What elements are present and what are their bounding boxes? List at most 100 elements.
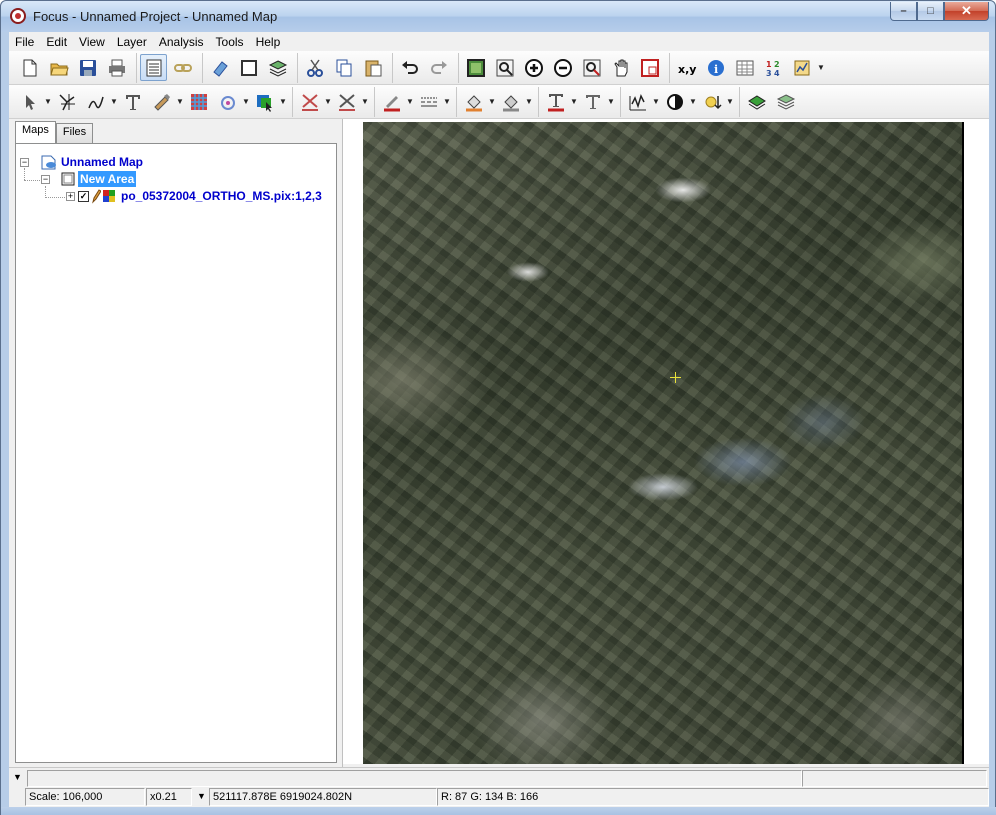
curve-dropdown-icon[interactable]: ▼ [110,88,118,115]
link-button[interactable] [169,54,196,81]
text-format-dropdown-icon[interactable]: ▼ [607,88,615,115]
satellite-orthoimage[interactable] [363,122,962,764]
info-button[interactable]: i [702,54,729,81]
area-collapse-toggle[interactable]: − [41,174,50,184]
map-document-icon [41,155,56,170]
line-color-icon [383,95,400,111]
menu-file[interactable]: File [9,35,40,49]
color-box-button[interactable] [251,88,278,115]
overview-button[interactable] [636,54,663,81]
select-button[interactable] [16,88,43,115]
menu-help[interactable]: Help [250,35,287,49]
line-pattern-dropdown-icon[interactable]: ▼ [361,88,369,115]
minimize-button[interactable]: – [890,2,917,21]
fill-color-button[interactable] [460,88,487,115]
dash-dropdown-icon[interactable]: ▼ [443,88,451,115]
menu-tools[interactable]: Tools [210,35,250,49]
map-view[interactable] [342,119,989,767]
paste-button[interactable] [359,54,386,81]
coordinate-dropdown-icon[interactable]: ▼ [197,791,206,801]
table-button[interactable] [731,54,758,81]
zoom-readout[interactable]: x0.21 [146,788,192,806]
paint-dropdown-icon[interactable]: ▼ [176,88,184,115]
scale-readout[interactable]: Scale: 106,000 [25,788,145,806]
fill-dropdown-icon[interactable]: ▼ [242,88,250,115]
zoom-extent-button[interactable] [462,54,489,81]
curve-draw-button[interactable] [82,88,109,115]
tab-files[interactable]: Files [55,123,94,143]
text-color-button[interactable] [542,88,569,115]
contrast-button[interactable] [661,88,688,115]
layer-manager-button[interactable] [140,54,167,81]
shade-dropdown-icon[interactable]: ▼ [525,88,533,115]
brightness-dropdown-icon[interactable]: ▼ [726,88,734,115]
fill-tool-button[interactable] [214,88,241,115]
maximize-button[interactable]: □ [917,2,944,21]
line-color-dropdown-icon[interactable]: ▼ [406,88,414,115]
text-format-button[interactable] [579,88,606,115]
menu-view[interactable]: View [73,35,111,49]
select-dropdown-icon[interactable]: ▼ [44,88,52,115]
color-dropdown-icon[interactable]: ▼ [279,88,287,115]
redo-button[interactable] [425,54,452,81]
pan-button[interactable] [607,54,634,81]
menu-edit[interactable]: Edit [40,35,73,49]
map-collapse-toggle[interactable]: − [20,157,29,167]
open-button[interactable] [45,54,72,81]
frame-button[interactable] [235,54,262,81]
layer-expand-toggle[interactable]: + [66,191,75,201]
save-button[interactable] [74,54,101,81]
copy-button[interactable] [330,54,357,81]
histogram-button[interactable] [624,88,651,115]
zoom-out-button[interactable] [549,54,576,81]
menu-bar: File Edit View Layer Analysis Tools Help [9,32,989,51]
menu-analysis[interactable]: Analysis [153,35,210,49]
tree-node-map[interactable]: − Unnamed Map [20,154,143,170]
shade-button[interactable] [497,88,524,115]
text-color-dropdown-icon[interactable]: ▼ [570,88,578,115]
eraser-button[interactable] [206,54,233,81]
text-tool-icon [125,94,140,110]
line-style-button[interactable] [296,88,323,115]
paint-tool-icon [153,93,170,111]
print-button[interactable] [103,54,130,81]
line-color-button[interactable] [378,88,405,115]
brightness-button[interactable] [698,88,725,115]
tree-node-layer[interactable]: + ✓ po_05372004_ORTHO_MS.pix:1,2,3 [66,188,322,204]
focus-app-icon[interactable] [10,8,26,24]
display-layer-button[interactable] [743,88,770,115]
stack-layers-button[interactable] [772,88,799,115]
chart-button[interactable] [789,54,816,81]
cut-button[interactable] [301,54,328,81]
grid-raster-button[interactable] [185,88,212,115]
curve-draw-icon [87,96,104,108]
paint-tool-button[interactable] [148,88,175,115]
layer-visibility-checkbox[interactable]: ✓ [78,190,89,202]
contrast-dropdown-icon[interactable]: ▼ [689,88,697,115]
svg-text:2: 2 [774,60,780,69]
table-icon [736,60,753,75]
coordinates-button[interactable]: x,y [673,54,700,81]
title-bar[interactable]: Focus - Unnamed Project - Unnamed Map – … [1,1,995,32]
tab-maps[interactable]: Maps [15,121,56,143]
undo-button[interactable] [396,54,423,81]
text-tool-button[interactable] [119,88,146,115]
zoom-box-button[interactable] [491,54,518,81]
numbers-button[interactable]: 1234 [760,54,787,81]
line-style-dropdown-icon[interactable]: ▼ [324,88,332,115]
line-pattern-button[interactable] [333,88,360,115]
zoom-in-button[interactable] [520,54,547,81]
dash-button[interactable] [415,88,442,115]
fill-color-dropdown-icon[interactable]: ▼ [488,88,496,115]
status-menu-arrow-icon[interactable]: ▼ [13,772,22,782]
histogram-dropdown-icon[interactable]: ▼ [652,88,660,115]
new-file-button[interactable] [16,54,43,81]
zoom-layer-button[interactable] [578,54,605,81]
layers-button[interactable] [264,54,291,81]
tree-node-area[interactable]: − New Area [41,171,137,187]
vertex-edit-button[interactable] [53,88,80,115]
menu-layer[interactable]: Layer [111,35,153,49]
overview-icon [640,58,659,77]
close-button[interactable]: ✕ [944,2,989,21]
chart-dropdown-icon[interactable]: ▼ [817,54,825,81]
